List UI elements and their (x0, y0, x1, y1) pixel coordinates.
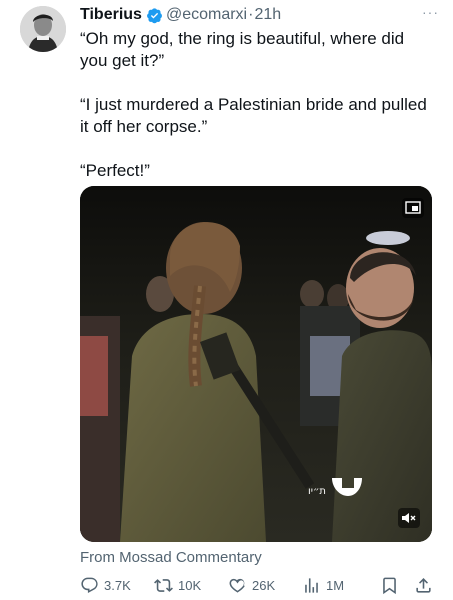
more-icon[interactable]: ··· (422, 4, 439, 20)
author-handle[interactable]: @ecomarxi (166, 6, 247, 24)
bookmark-button[interactable] (380, 576, 399, 595)
repost-button[interactable]: 10K (154, 576, 201, 595)
tweet-line: “Perfect!” (80, 161, 150, 180)
like-button[interactable]: 26K (228, 576, 275, 595)
share-icon (416, 577, 431, 593)
verified-badge-icon[interactable] (146, 7, 163, 24)
tweet-line: “Oh my god, the ring is beautiful, where… (80, 29, 405, 70)
video-player[interactable]: ת״יו (80, 186, 432, 542)
tweet-body: “Oh my god, the ring is beautiful, where… (80, 28, 436, 204)
reply-count: 3.7K (104, 577, 131, 593)
watermark-text: ת״יו (308, 486, 326, 497)
tweet-header: Tiberius @ecomarxi · 21h (80, 4, 439, 26)
like-icon (229, 578, 245, 593)
video-attribution[interactable]: From Mossad Commentary (80, 549, 262, 566)
views-button[interactable]: 1M (302, 576, 344, 595)
bookmark-icon (383, 577, 396, 594)
views-icon (305, 577, 318, 593)
author-name[interactable]: Tiberius (80, 6, 142, 24)
picture-in-picture-icon[interactable] (402, 198, 424, 218)
reply-button[interactable]: 3.7K (80, 576, 131, 595)
post-time[interactable]: 21h (254, 6, 281, 24)
author-avatar[interactable] (20, 6, 66, 52)
reply-icon (81, 577, 98, 593)
tweet-line: “I just murdered a Palestinian bride and… (80, 95, 427, 136)
repost-count: 10K (178, 577, 202, 593)
view-count: 1M (326, 577, 345, 593)
repost-icon (154, 578, 173, 592)
tweet-actions: 3.7K 10K 26K 1M (80, 574, 440, 596)
like-count: 26K (252, 577, 276, 593)
separator-dot: · (248, 6, 254, 23)
video-frame: ת״יו (80, 186, 432, 542)
mute-icon[interactable] (398, 508, 420, 528)
share-button[interactable] (414, 576, 433, 595)
